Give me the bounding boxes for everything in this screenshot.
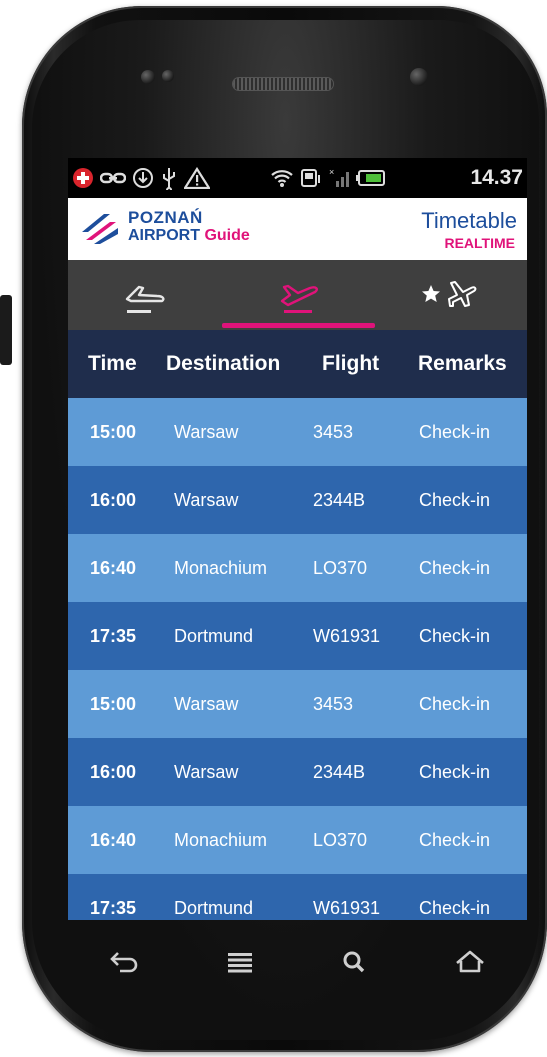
cell-destination: Dortmund xyxy=(174,625,254,646)
brand-airport-text: AIRPORT xyxy=(128,227,200,244)
page-subtitle: REALTIME xyxy=(444,235,515,251)
cell-time: 17:35 xyxy=(90,625,137,646)
table-row[interactable]: 17:35 Dortmund W61931 Check-in xyxy=(68,602,527,670)
cell-time: 16:00 xyxy=(90,761,137,782)
cell-destination: Dortmund xyxy=(174,897,254,918)
poznan-airport-logo xyxy=(82,214,118,244)
cell-flight: W61931 xyxy=(313,897,381,918)
tab-departures[interactable] xyxy=(221,260,374,330)
cell-destination: Warsaw xyxy=(174,421,239,442)
storage-icon xyxy=(300,167,322,189)
cell-time: 16:00 xyxy=(90,489,137,510)
brand-name: POZNAŃ xyxy=(128,208,203,227)
usb-icon xyxy=(160,166,178,190)
link-icon xyxy=(100,171,126,185)
sensor-icon xyxy=(141,70,155,84)
sensor-icon xyxy=(162,70,174,82)
cell-remarks: Check-in xyxy=(419,625,491,646)
status-time: 14.37 xyxy=(470,166,523,189)
cell-remarks: Check-in xyxy=(419,557,491,578)
cell-flight: 2344B xyxy=(313,761,366,782)
back-icon xyxy=(110,952,138,973)
cell-remarks: Check-in xyxy=(419,829,491,850)
cell-flight: LO370 xyxy=(313,557,368,578)
cell-flight: 2344B xyxy=(313,489,366,510)
status-bar: × 14.37 xyxy=(68,158,527,198)
cell-flight: 3453 xyxy=(313,421,354,442)
home-button[interactable] xyxy=(445,942,495,982)
arrivals-icon xyxy=(125,285,165,313)
cell-remarks: Check-in xyxy=(419,761,491,782)
notification-icon xyxy=(72,167,94,189)
table-row[interactable]: 16:40 Monachium LO370 Check-in xyxy=(68,534,527,602)
cell-flight: LO370 xyxy=(313,829,368,850)
column-header-flight: Flight xyxy=(322,352,380,375)
table-row[interactable]: 15:00 Warsaw 3453 Check-in xyxy=(68,670,527,738)
column-header-remarks: Remarks xyxy=(418,352,507,375)
menu-button[interactable] xyxy=(215,942,265,982)
table-header: Time Destination Flight Remarks xyxy=(68,330,527,398)
cell-destination: Monachium xyxy=(174,829,268,850)
cell-time: 15:00 xyxy=(90,693,137,714)
active-tab-indicator xyxy=(222,323,375,328)
back-button[interactable] xyxy=(100,942,150,982)
cell-time: 16:40 xyxy=(90,829,137,850)
brand-guide: Guide xyxy=(204,227,250,244)
table-row[interactable]: 16:00 Warsaw 2344B Check-in xyxy=(68,738,527,806)
app-screen: × 14.37 POZNAŃ AIRPORT Guide Timetable R… xyxy=(68,158,527,920)
cell-destination: Warsaw xyxy=(174,693,239,714)
tab-arrivals[interactable] xyxy=(68,260,221,330)
brand-airport: AIRPORT Guide xyxy=(128,227,250,245)
search-icon xyxy=(343,951,365,973)
column-header-destination: Destination xyxy=(166,352,281,375)
app-header: POZNAŃ AIRPORT Guide Timetable REALTIME xyxy=(68,198,527,260)
cell-destination: Warsaw xyxy=(174,761,239,782)
table-row[interactable]: 16:40 Monachium LO370 Check-in xyxy=(68,806,527,874)
signal-icon: × xyxy=(328,167,350,189)
battery-icon xyxy=(356,170,386,186)
cell-time: 16:40 xyxy=(90,557,137,578)
menu-icon xyxy=(228,953,253,973)
svg-text:×: × xyxy=(329,167,334,177)
cell-flight: W61931 xyxy=(313,625,381,646)
tab-bar xyxy=(68,260,527,330)
table-row[interactable]: 16:00 Warsaw 2344B Check-in xyxy=(68,466,527,534)
front-camera-icon xyxy=(410,68,428,86)
download-icon xyxy=(132,167,154,189)
earpiece-speaker xyxy=(233,78,333,90)
cell-remarks: Check-in xyxy=(419,693,491,714)
cell-remarks: Check-in xyxy=(419,421,491,442)
cell-remarks: Check-in xyxy=(419,897,491,918)
table-row[interactable]: 15:00 Warsaw 3453 Check-in xyxy=(68,398,527,466)
column-header-time: Time xyxy=(88,352,137,375)
cell-destination: Warsaw xyxy=(174,489,239,510)
warning-icon xyxy=(184,167,210,189)
android-nav-bar xyxy=(68,930,527,994)
cell-flight: 3453 xyxy=(313,693,354,714)
search-button[interactable] xyxy=(330,942,380,982)
cell-destination: Monachium xyxy=(174,557,268,578)
cell-time: 17:35 xyxy=(90,897,137,918)
cell-time: 15:00 xyxy=(90,421,137,442)
cell-remarks: Check-in xyxy=(419,489,491,510)
home-icon xyxy=(455,950,484,973)
tab-favorites[interactable] xyxy=(374,260,527,330)
page-title: Timetable xyxy=(421,208,517,233)
wifi-icon xyxy=(270,168,294,188)
table-row[interactable]: 17:35 Dortmund W61931 Check-in xyxy=(68,874,527,920)
departures-icon xyxy=(280,284,318,313)
favorite-flights-icon xyxy=(421,281,476,307)
volume-button xyxy=(0,295,12,365)
